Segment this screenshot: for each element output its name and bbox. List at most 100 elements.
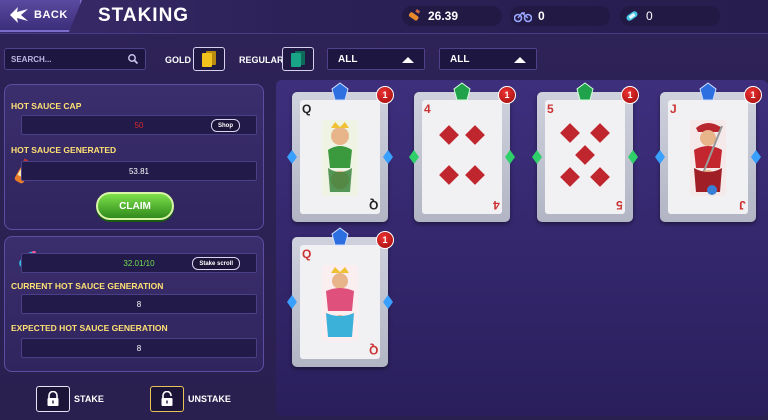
- side-gem-icon: [655, 150, 665, 164]
- bike-resource-value: 0: [538, 9, 545, 23]
- scroll-resource-value: 0: [646, 9, 653, 23]
- hot-sauce-balance-value: 26.39: [428, 9, 459, 23]
- expected-generation-field: 8: [21, 338, 257, 358]
- hot-sauce-cap-label: HOT SAUCE CAP: [11, 101, 82, 111]
- diamond-pip-icon: [590, 167, 610, 187]
- diamond-pip-icon: [439, 125, 459, 145]
- expected-generation-label: EXPECTED HOT SAUCE GENERATION: [11, 323, 168, 333]
- regular-card-icon: [291, 51, 305, 67]
- hot-sauce-generated-field: 53.81: [21, 161, 257, 181]
- chevron-up-icon: [514, 57, 526, 63]
- current-generation-label: CURRENT HOT SAUCE GENERATION: [11, 281, 164, 291]
- card-rank-bottom: 5: [616, 198, 623, 212]
- hot-sauce-generated-label: HOT SAUCE GENERATED: [11, 145, 117, 155]
- card-grid: Q Q 1 4 4 1 5 5 1 J J 1 Q Q 1: [276, 80, 768, 416]
- card-rank-bottom: Q: [368, 198, 378, 212]
- card-rank: J: [670, 102, 677, 116]
- card-rank: Q: [302, 247, 312, 261]
- bike-icon: [514, 12, 532, 23]
- search-placeholder: SEARCH...: [11, 55, 52, 64]
- diamond-pip-icon: [439, 165, 459, 185]
- diamond-pip-icon: [560, 123, 580, 143]
- page-title: STAKING: [98, 5, 190, 26]
- gold-card-icon: [202, 51, 216, 67]
- card-jack-of-hearts[interactable]: J J 1: [655, 82, 762, 222]
- scroll-resource: 0: [620, 6, 720, 26]
- unstake-button[interactable]: [150, 386, 184, 412]
- hot-sauce-cap-value: 50: [134, 120, 144, 130]
- scroll-icon: [626, 11, 638, 21]
- search-icon: [128, 54, 139, 65]
- card-rank-bottom: J: [739, 198, 746, 212]
- blue-gem-icon: [331, 227, 349, 246]
- staking-screen: BACK STAKING 26.39 0 0 SEARCH... GOLD RE…: [0, 0, 768, 420]
- stake-button[interactable]: [36, 386, 70, 412]
- current-generation-field: 8: [21, 294, 257, 314]
- current-generation-value: 8: [136, 299, 142, 309]
- card-count-badge: 1: [376, 231, 394, 249]
- hot-sauce-generation-panel: 32.01/10 Stake scroll CURRENT HOT SAUCE …: [4, 236, 264, 372]
- card-five-of-diamonds[interactable]: 5 5 1: [532, 82, 639, 222]
- rarity-dropdown[interactable]: ALL: [327, 48, 425, 70]
- stake-scroll-button[interactable]: Stake scroll: [192, 257, 240, 270]
- diamond-pip-icon: [465, 165, 485, 185]
- green-gem-icon: [576, 82, 594, 101]
- expected-generation-value: 8: [136, 343, 142, 353]
- card-count-badge: 1: [744, 86, 762, 104]
- queen-artwork: [322, 265, 358, 341]
- regular-filter-toggle[interactable]: [282, 47, 314, 71]
- side-gem-icon: [287, 150, 297, 164]
- diamond-pip-icon: [465, 125, 485, 145]
- card-rank: 4: [424, 102, 431, 116]
- card-count-badge: 1: [621, 86, 639, 104]
- hot-sauce-cap-field: 50 Shop: [21, 115, 257, 135]
- queen-artwork: [322, 120, 358, 196]
- scroll-count-value: 32.01/10: [123, 258, 155, 268]
- card-rank: Q: [302, 102, 312, 116]
- suit-dropdown-value: ALL: [450, 54, 470, 65]
- side-gem-icon: [287, 295, 297, 309]
- suit-dropdown[interactable]: ALL: [439, 48, 537, 70]
- blue-gem-icon: [331, 82, 349, 101]
- bike-resource: 0: [510, 6, 610, 26]
- chevron-up-icon: [402, 57, 414, 63]
- back-label: BACK: [34, 9, 68, 21]
- claim-button[interactable]: CLAIM: [96, 192, 174, 220]
- hot-sauce-generated-value: 53.81: [128, 166, 150, 176]
- dragon-logo-icon: [10, 7, 28, 23]
- side-gem-icon: [532, 150, 542, 164]
- back-button[interactable]: BACK: [0, 0, 82, 32]
- search-input[interactable]: SEARCH...: [4, 48, 146, 70]
- unlock-icon: [161, 391, 173, 406]
- card-count-badge: 1: [376, 86, 394, 104]
- diamond-pip-icon: [575, 145, 595, 165]
- regular-filter-label: REGULAR: [239, 55, 284, 65]
- stake-label: STAKE: [74, 394, 104, 404]
- gold-filter-toggle[interactable]: [193, 47, 225, 71]
- hot-sauce-bottle-icon: [408, 9, 421, 21]
- lock-icon: [47, 391, 59, 406]
- card-rank-bottom: 4: [493, 198, 500, 212]
- diamond-pip-icon: [590, 123, 610, 143]
- side-gem-icon: [751, 150, 761, 164]
- green-gem-icon: [453, 82, 471, 101]
- stake-scroll-field: 32.01/10 Stake scroll: [21, 253, 257, 273]
- card-rank-bottom: Q: [368, 343, 378, 357]
- side-gem-icon: [409, 150, 419, 164]
- diamond-pip-icon: [560, 167, 580, 187]
- jack-artwork: [690, 120, 726, 196]
- side-gem-icon: [383, 150, 393, 164]
- card-queen-of-diamonds[interactable]: Q Q 1: [287, 227, 394, 367]
- shop-button[interactable]: Shop: [211, 119, 240, 132]
- top-bar: BACK STAKING 26.39 0 0: [0, 0, 768, 34]
- hot-sauce-balance: 26.39: [402, 6, 502, 26]
- card-count-badge: 1: [498, 86, 516, 104]
- card-queen-of-clubs[interactable]: Q Q 1: [287, 82, 394, 222]
- gold-filter-label: GOLD: [165, 55, 191, 65]
- side-gem-icon: [505, 150, 515, 164]
- side-gem-icon: [383, 295, 393, 309]
- side-gem-icon: [628, 150, 638, 164]
- unstake-label: UNSTAKE: [188, 394, 231, 404]
- card-rank: 5: [547, 102, 554, 116]
- card-four-of-diamonds[interactable]: 4 4 1: [409, 82, 516, 222]
